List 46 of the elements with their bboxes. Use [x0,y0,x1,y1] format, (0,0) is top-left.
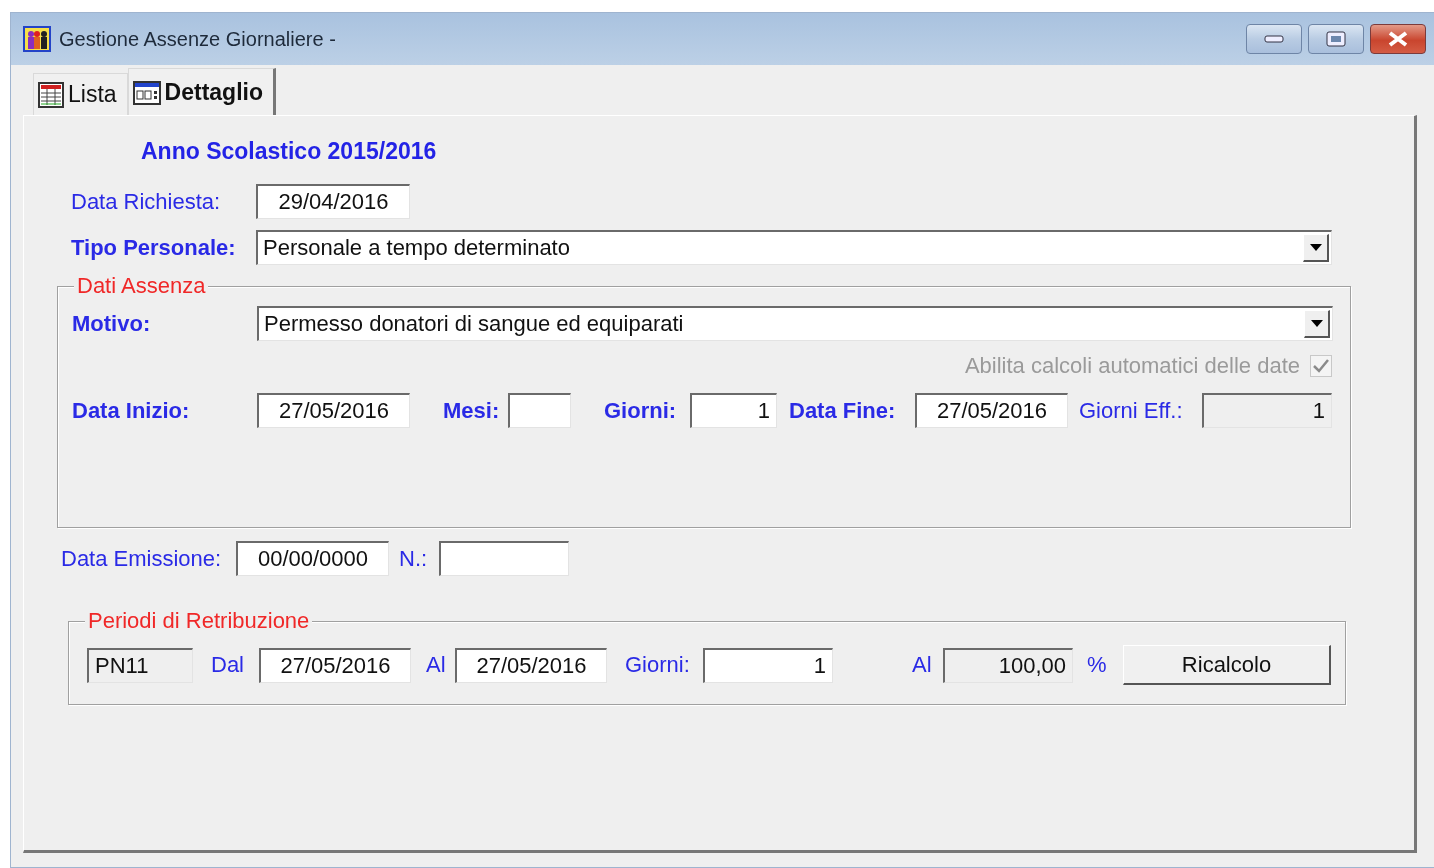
field-label: Data Inizio: [72,397,191,424]
input-field[interactable]: 27/05/2016 [257,393,410,428]
tab[interactable]: Lista [33,73,128,115]
table-icon [38,81,64,108]
percent-sign: % [1087,652,1108,678]
field-label: Giorni: [604,397,678,424]
close-icon [1387,31,1409,47]
recalculate-button[interactable]: Ricalcolo [1123,645,1331,685]
field-label: Tipo Personale: [71,234,237,261]
close-button[interactable] [1370,24,1426,54]
maximize-icon [1326,31,1346,47]
field-label: Data Richiesta: [71,188,222,215]
field-label: Data Emissione: [61,545,223,572]
field-label: Motivo: [72,310,152,337]
field-label: N.: [399,545,429,572]
code-field: PN11 [87,647,193,683]
school-year-heading: Anno Scolastico 2015/2016 [141,138,438,165]
maximize-button[interactable] [1308,24,1364,54]
field-label: Al [426,652,447,678]
field-label: Al [912,652,933,678]
field-label: Data Fine: [789,397,897,424]
checkbox-label: Abilita calcoli automatici delle date [963,353,1300,379]
checkmark-icon [1312,358,1330,374]
field-label: Mesi: [443,397,501,424]
tab[interactable]: Dettaglio [127,68,276,116]
dropdown[interactable]: Permesso donatori di sangue ed equiparati [257,306,1333,341]
field-label: Giorni Eff.: [1079,397,1184,424]
minimize-icon [1264,35,1284,43]
input-field[interactable]: 00/00/0000 [236,541,389,576]
input-field[interactable]: 1 [690,393,777,428]
input-field[interactable]: 27/05/2016 [455,647,607,683]
input-field[interactable]: 1 [703,647,833,683]
app-icon [23,26,51,52]
minimize-button[interactable] [1246,24,1302,54]
input-field[interactable]: 27/05/2016 [259,647,411,683]
input-field[interactable]: 29/04/2016 [256,184,410,219]
field-label: Giorni: [625,652,691,678]
window-title: Gestione Assenze Giornaliere - [59,27,337,51]
input-field: 1 [1202,393,1332,428]
input-field: 100,00 [943,647,1073,683]
field-label: Dal [211,652,245,678]
input-field[interactable] [508,393,571,428]
form-icon [132,80,161,105]
input-field[interactable] [439,541,569,576]
input-field[interactable]: 27/05/2016 [915,393,1068,428]
dropdown[interactable]: Personale a tempo determinato [256,230,1332,265]
